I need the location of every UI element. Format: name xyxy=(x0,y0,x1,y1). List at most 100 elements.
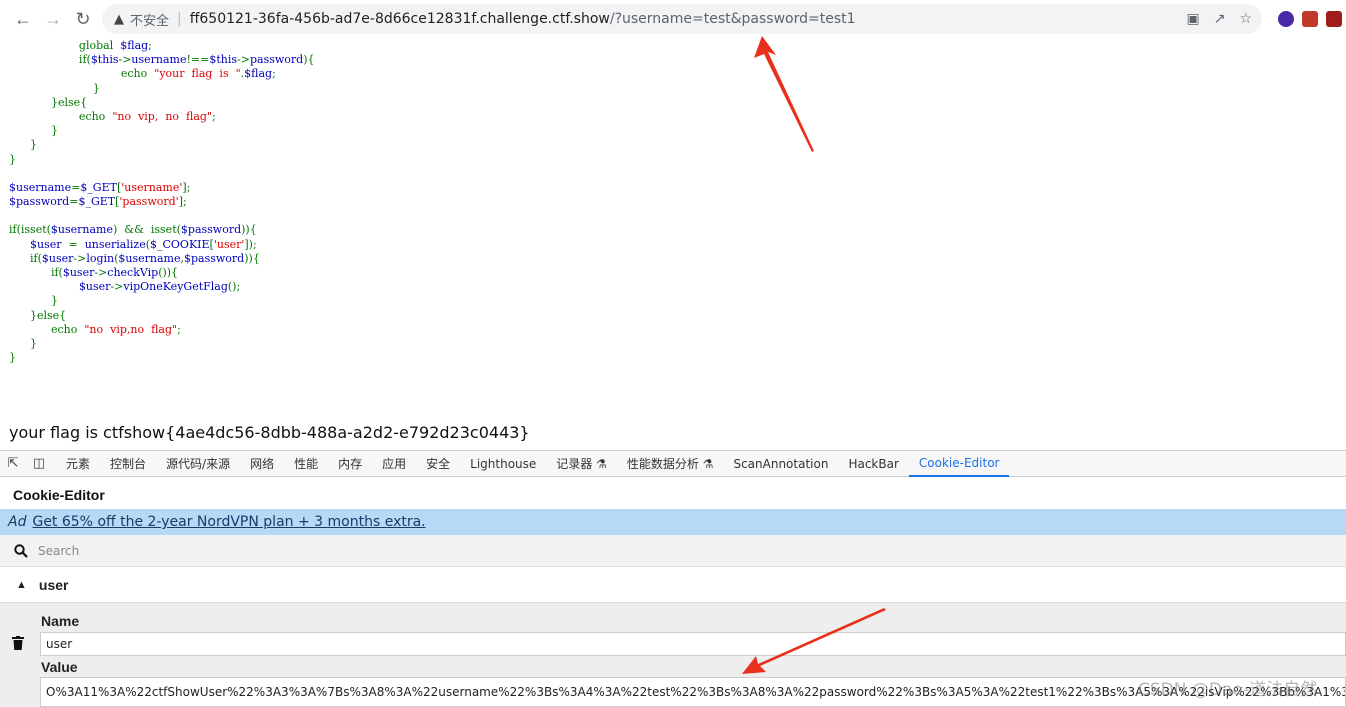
devtools-tab[interactable]: 性能数据分析 ⚗ xyxy=(617,451,724,477)
code-token: $username xyxy=(50,223,114,237)
code-token: ){ xyxy=(303,53,315,67)
devtools-tab[interactable]: 内存 xyxy=(328,451,372,477)
code-token: ; xyxy=(177,322,181,336)
code-token: -> xyxy=(110,280,124,294)
code-token: unserialize xyxy=(84,237,146,251)
devtools-tab-bar: ⇱ ◫ 元素 控制台 源代码/来源 网络 性能 内存 应用 安全 Lighthouse 记录器 ⚗… xyxy=(0,450,1346,477)
php-source-code: global $flag; if($this->username!==$this… xyxy=(0,38,1346,418)
code-line: } xyxy=(9,153,1346,167)
code-line: } xyxy=(9,294,1346,308)
code-line: } xyxy=(9,138,1346,152)
cookie-name-field[interactable]: user xyxy=(40,632,1346,656)
chevron-up-icon[interactable]: ▲ xyxy=(16,579,27,591)
code-token: -> xyxy=(118,53,132,67)
bookmark-star-icon[interactable]: ☆ xyxy=(1239,11,1252,27)
code-token: = xyxy=(64,237,85,251)
devtools-tab[interactable]: 元素 xyxy=(56,451,100,477)
device-toolbar-icon[interactable]: ◫ xyxy=(26,456,52,471)
extension-hackbar-icon[interactable] xyxy=(1278,11,1294,27)
code-token: $this xyxy=(209,53,238,67)
code-token: ; xyxy=(272,67,276,81)
search-input[interactable] xyxy=(38,543,438,558)
code-line: if($user->login($username,$password)){ xyxy=(9,252,1346,266)
code-token: $_GET xyxy=(78,195,116,209)
code-token: } xyxy=(9,138,37,152)
extension-office-icon[interactable] xyxy=(1302,11,1318,27)
cookie-item-header[interactable]: ▲ user xyxy=(0,568,1346,603)
code-token: login xyxy=(86,251,115,265)
annotation-arrow-value xyxy=(742,608,886,674)
code-token: 'password' xyxy=(119,195,179,209)
code-token: if( xyxy=(9,251,42,265)
flag-output: your flag is ctfshow{4ae4dc56-8dbb-488a-… xyxy=(9,423,530,442)
code-line: $user->vipOneKeyGetFlag(); xyxy=(9,280,1346,294)
value-label: Value xyxy=(41,659,78,675)
code-token: }else{ xyxy=(9,308,67,322)
code-line: } xyxy=(9,337,1346,351)
code-line: }else{ xyxy=(9,96,1346,110)
reload-icon[interactable]: ↻ xyxy=(68,4,98,34)
devtools-tab[interactable]: 记录器 ⚗ xyxy=(546,451,617,477)
code-line: echo "no vip,no flag"; xyxy=(9,323,1346,337)
warning-icon[interactable]: ▲ xyxy=(114,12,124,27)
code-token: $user xyxy=(62,266,95,279)
code-token: } xyxy=(9,152,16,166)
url-query[interactable]: /?username=test&password=test1 xyxy=(610,11,856,27)
devtools-tab[interactable]: Cookie-Editor xyxy=(908,451,1010,477)
url-host[interactable]: ff650121-36fa-456b-ad7e-8d66ce12831f.cha… xyxy=(190,11,610,27)
code-line: global $flag; xyxy=(9,39,1346,53)
back-icon[interactable]: ← xyxy=(8,4,38,34)
code-token: } xyxy=(9,124,58,138)
code-token: $this xyxy=(90,53,119,67)
code-token: ]; xyxy=(182,180,191,194)
forward-icon[interactable]: → xyxy=(38,4,68,34)
code-token: } xyxy=(9,351,16,365)
translate-icon[interactable]: ▣ xyxy=(1186,11,1199,27)
address-bar[interactable]: ▲ 不安全 | ff650121-36fa-456b-ad7e-8d66ce12… xyxy=(102,4,1262,34)
cookie-item-name[interactable]: user xyxy=(39,577,69,593)
code-token: $_GET xyxy=(80,180,117,194)
devtools-tab[interactable]: 安全 xyxy=(416,451,460,477)
devtools-tab[interactable]: 网络 xyxy=(240,451,284,477)
share-icon[interactable]: ↗ xyxy=(1214,11,1226,27)
code-token: ()){ xyxy=(158,266,179,279)
code-token: $password xyxy=(9,195,70,209)
code-line: if(isset($username) && isset($password))… xyxy=(9,223,1346,237)
code-token: "no vip,no flag" xyxy=(84,322,178,336)
devtools-tab[interactable]: 性能 xyxy=(284,451,328,477)
code-token: checkVip xyxy=(107,266,159,279)
code-token: $user xyxy=(78,280,111,294)
code-token: )){ xyxy=(244,251,260,265)
devtools-tab[interactable]: Lighthouse xyxy=(460,451,546,477)
code-token: echo xyxy=(9,67,155,81)
code-line: $user = unserialize($_COOKIE['user']); xyxy=(9,238,1346,252)
code-token: $password xyxy=(180,223,242,237)
watermark: CSDN @Dao-道法自然 xyxy=(1138,680,1318,700)
code-token: password xyxy=(249,53,304,67)
ad-link[interactable]: Get 65% off the 2-year NordVPN plan + 3 … xyxy=(32,514,425,530)
code-token: }else{ xyxy=(9,95,88,109)
code-token: $_COOKIE xyxy=(150,237,210,251)
cookie-search-bar xyxy=(0,535,1346,567)
devtools-tab[interactable]: 应用 xyxy=(372,451,416,477)
devtools-tab[interactable]: ScanAnnotation xyxy=(723,451,838,477)
code-token: if( xyxy=(9,266,63,279)
devtools-tab[interactable]: 控制台 xyxy=(100,451,156,477)
code-token: echo xyxy=(9,109,113,123)
devtools-tab[interactable]: HackBar xyxy=(838,451,908,477)
inspect-element-icon[interactable]: ⇱ xyxy=(0,456,26,471)
code-token: ]; xyxy=(178,195,187,209)
code-token: = xyxy=(71,180,81,194)
devtools-tab[interactable]: 源代码/来源 xyxy=(156,451,240,477)
code-line: $password=$_GET['password']; xyxy=(9,195,1346,209)
delete-trash-icon[interactable] xyxy=(12,636,24,653)
code-token: "no vip, no flag" xyxy=(112,109,213,123)
insecure-label[interactable]: 不安全 xyxy=(130,10,169,29)
code-token: ]); xyxy=(244,237,257,251)
code-token: if(isset( xyxy=(9,223,51,237)
cookie-editor-title: Cookie-Editor xyxy=(13,487,105,503)
ad-banner: Ad Get 65% off the 2-year NordVPN plan +… xyxy=(0,509,1346,535)
extension-ublock-icon[interactable] xyxy=(1326,11,1342,27)
